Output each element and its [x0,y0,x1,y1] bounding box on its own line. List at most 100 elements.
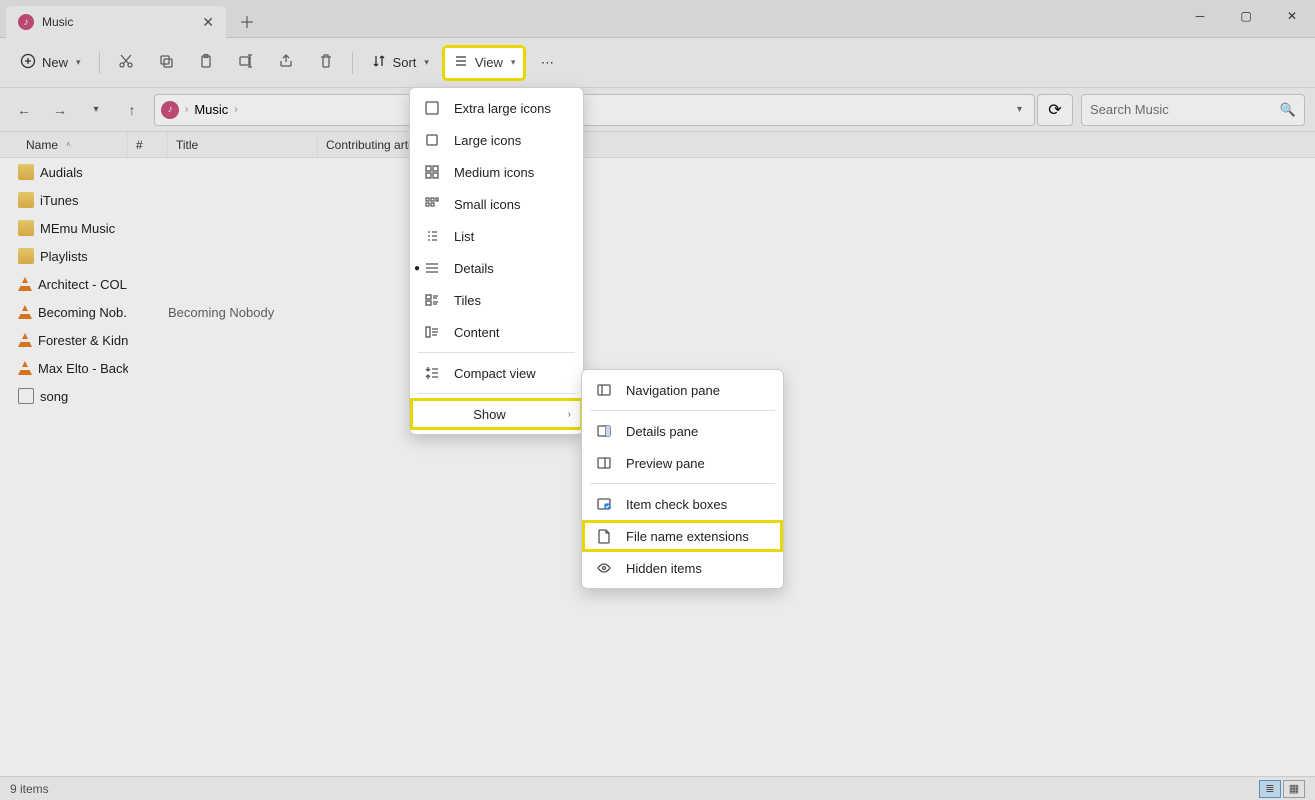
window-close-button[interactable]: ✕ [1269,0,1315,32]
cut-button[interactable] [108,46,144,80]
rename-icon [238,53,254,72]
menu-item-compact-view[interactable]: Compact view [410,357,583,389]
list-item[interactable]: Playlists [0,242,1315,270]
file-extension-icon [596,528,612,544]
recent-dropdown[interactable]: ▾ [82,96,110,124]
toolbar: New ▾ Sort ▾ View ▾ ⋯ [0,38,1315,88]
menu-item-small-icons[interactable]: Small icons [410,188,583,220]
menu-item-navigation-pane[interactable]: Navigation pane [582,374,783,406]
refresh-button[interactable]: ⟳ [1037,94,1073,126]
list-item[interactable]: Becoming Nob... Becoming Nobody [0,298,1315,326]
music-app-icon: ♪ [18,14,34,30]
sort-button[interactable]: Sort ▾ [361,46,439,80]
list-item[interactable]: MEmu Music [0,214,1315,242]
address-bar-row: ← → ▾ ↑ ♪ › Music › ▾ ⟳ 🔍 [0,88,1315,132]
search-box[interactable]: 🔍 [1081,94,1305,126]
file-name: Becoming Nob... [38,305,128,320]
sort-icon [371,53,387,72]
menu-item-preview-pane[interactable]: Preview pane [582,447,783,479]
list-item[interactable]: Forester & Kidn... [0,326,1315,354]
chevron-down-icon: ▾ [424,57,429,68]
folder-icon [18,220,34,236]
delete-button[interactable] [308,46,344,80]
folder-icon [18,248,34,264]
window-controls: ─ ▢ ✕ [1177,0,1315,32]
folder-icon [18,192,34,208]
file-name: Forester & Kidn... [38,333,128,348]
back-button[interactable]: ← [10,96,38,124]
menu-separator [590,483,775,484]
file-name: Architect - COL... [38,277,128,292]
plus-circle-icon [20,53,36,72]
navigation-pane-icon [596,382,612,398]
menu-item-details-pane[interactable]: Details pane [582,415,783,447]
menu-item-show[interactable]: Show › [410,398,583,430]
file-name: Max Elto - Back... [38,361,128,376]
list-item[interactable]: Architect - COL... [0,270,1315,298]
small-icons-icon [424,196,440,212]
menu-separator [590,410,775,411]
menu-item-content[interactable]: Content [410,316,583,348]
thumbnails-view-toggle[interactable]: ▦ [1283,780,1305,798]
chevron-right-icon: › [185,104,188,115]
minimize-button[interactable]: ─ [1177,0,1223,32]
file-name: Playlists [40,249,88,264]
breadcrumb-item[interactable]: Music [194,102,228,117]
music-folder-icon: ♪ [161,101,179,119]
menu-separator [418,352,575,353]
search-input[interactable] [1090,102,1280,117]
address-history-dropdown[interactable]: ▾ [1011,104,1028,115]
more-button[interactable]: ⋯ [529,46,565,80]
window-tab[interactable]: ♪ Music ✕ [6,6,226,38]
view-button-label: View [475,55,503,70]
menu-item-medium-icons[interactable]: Medium icons [410,156,583,188]
menu-item-file-name-extensions[interactable]: File name extensions [582,520,783,552]
file-title: Becoming Nobody [168,305,318,320]
address-bar[interactable]: ♪ › Music › ▾ [154,94,1035,126]
up-button[interactable]: ↑ [118,96,146,124]
menu-item-details[interactable]: ●Details [410,252,583,284]
extra-large-icons-icon [424,100,440,116]
forward-button[interactable]: → [46,96,74,124]
view-button[interactable]: View ▾ [443,46,525,80]
vlc-cone-icon [18,333,32,347]
medium-icons-icon [424,164,440,180]
menu-item-item-check-boxes[interactable]: Item check boxes [582,488,783,520]
copy-icon [158,53,174,72]
menu-item-large-icons[interactable]: Large icons [410,124,583,156]
media-file-icon [18,388,34,404]
details-icon [424,260,440,276]
menu-item-tiles[interactable]: Tiles [410,284,583,316]
column-header-name[interactable]: Name˄ [18,132,128,157]
chevron-right-icon: › [234,104,237,115]
tab-title: Music [42,15,73,29]
list-item[interactable]: Audials [0,158,1315,186]
cut-icon [118,53,134,72]
new-tab-button[interactable]: ＋ [232,6,262,36]
maximize-button[interactable]: ▢ [1223,0,1269,32]
column-header-number[interactable]: # [128,132,168,157]
selected-bullet-icon: ● [412,263,422,274]
item-count: 9 items [10,782,49,796]
view-dropdown-menu: Extra large icons Large icons Medium ico… [409,87,584,435]
view-icon [453,53,469,72]
menu-item-extra-large-icons[interactable]: Extra large icons [410,92,583,124]
new-button[interactable]: New ▾ [10,46,91,80]
share-icon [278,53,294,72]
file-name: iTunes [40,193,79,208]
tab-close-icon[interactable]: ✕ [202,14,214,31]
column-header-title[interactable]: Title [168,132,318,157]
hidden-items-icon [596,560,612,576]
menu-item-hidden-items[interactable]: Hidden items [582,552,783,584]
menu-item-list[interactable]: List [410,220,583,252]
list-item[interactable]: iTunes [0,186,1315,214]
file-name: MEmu Music [40,221,115,236]
rename-button[interactable] [228,46,264,80]
paste-button[interactable] [188,46,224,80]
separator [99,52,100,74]
details-view-toggle[interactable]: ≣ [1259,780,1281,798]
copy-button[interactable] [148,46,184,80]
share-button[interactable] [268,46,304,80]
content-icon [424,324,440,340]
chevron-down-icon: ▾ [511,57,516,68]
